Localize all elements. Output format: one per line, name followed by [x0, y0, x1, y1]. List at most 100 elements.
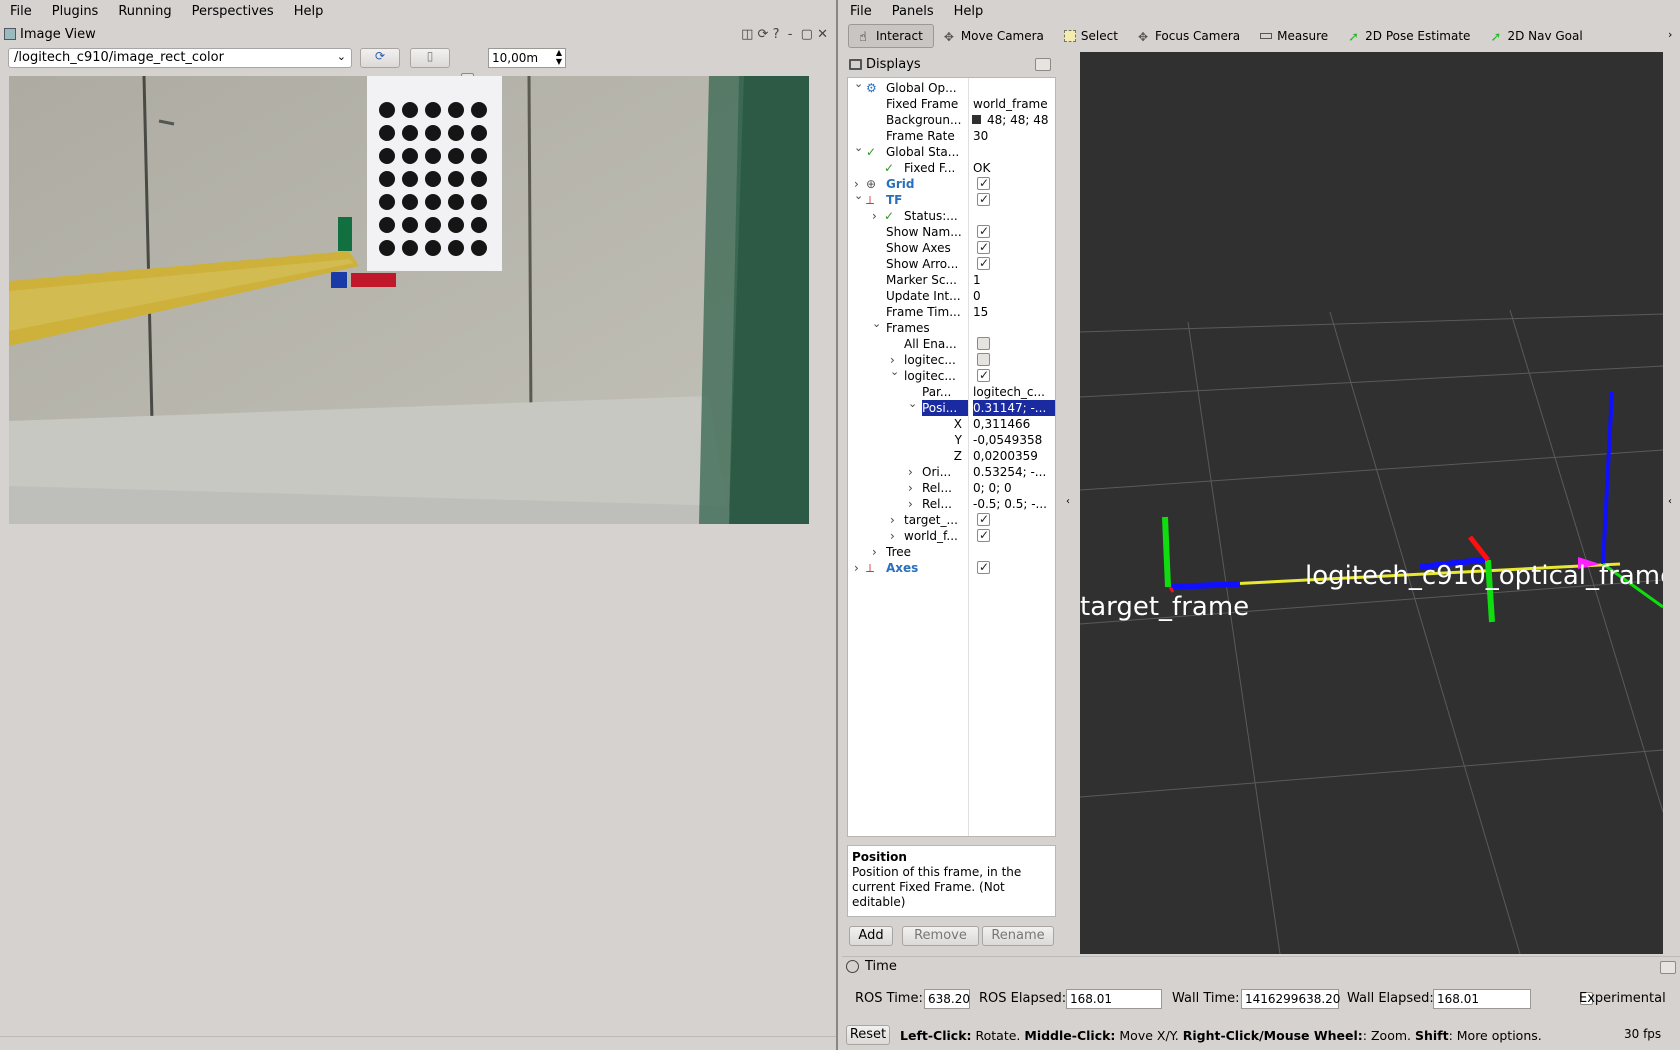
tree-row[interactable]: Show Arro... — [848, 255, 1055, 272]
tree-row-checkbox[interactable] — [977, 239, 990, 255]
expand-right-icon[interactable]: › — [890, 528, 895, 544]
tree-row[interactable]: Show Nam... — [848, 223, 1055, 240]
menu-file[interactable]: File — [840, 4, 882, 19]
refresh-topics-button[interactable]: ⟳ — [360, 48, 400, 68]
distance-spinbox[interactable]: 10,00m ▲ ▼ — [488, 48, 566, 68]
collapse-left-handle[interactable]: ‹ — [1066, 496, 1070, 507]
expand-right-icon[interactable]: › — [908, 496, 913, 512]
displays-float-button[interactable] — [1035, 57, 1051, 71]
expand-right-icon[interactable]: › — [890, 512, 895, 528]
tree-row[interactable]: › logitec... — [848, 352, 1055, 368]
tree-row-value: OK — [973, 161, 991, 175]
tree-row[interactable]: ⌄ ⟂ TF — [848, 189, 1055, 208]
tree-row[interactable]: ⌄ Posi... 0.31147; -... — [848, 397, 1055, 416]
tree-row-checkbox[interactable] — [977, 559, 990, 575]
wall-time-field[interactable]: 1416299638.20 — [1241, 989, 1340, 1009]
displays-tree[interactable]: ⌄ ⚙ Global Op... Fixed Frame world_frame Back… — [847, 77, 1056, 837]
expand-right-icon[interactable]: › — [908, 464, 913, 480]
tree-row[interactable]: › ⊕ Grid — [848, 175, 1055, 192]
status-hint: Left-Click: Rotate. Middle-Click: Move X… — [900, 1028, 1542, 1043]
tree-row[interactable]: Y -0,0549358 — [848, 432, 1055, 448]
tree-row[interactable]: Par... logitech_c... — [848, 384, 1055, 400]
tree-row[interactable]: Frame Rate 30 — [848, 128, 1055, 144]
expand-down-icon[interactable]: ⌄ — [872, 316, 881, 332]
expand-right-icon[interactable]: › — [872, 544, 877, 560]
expand-down-icon[interactable]: ⌄ — [854, 188, 863, 204]
tool-focus-camera[interactable]: ✥ Focus Camera — [1128, 24, 1250, 48]
tree-row[interactable]: › Rel... -0.5; 0.5; -... — [848, 496, 1055, 512]
tree-row[interactable]: Backgroun... 48; 48; 48 — [848, 112, 1055, 128]
tool-select[interactable]: Select — [1054, 24, 1128, 48]
rename-display-button[interactable]: Rename — [982, 926, 1054, 946]
tree-row[interactable]: ⌄ Frames — [848, 317, 1055, 336]
tree-row[interactable]: X 0,311466 — [848, 416, 1055, 432]
tree-row[interactable]: Z 0,0200359 — [848, 448, 1055, 464]
calibration-dot — [402, 125, 418, 141]
expand-down-icon[interactable]: ⌄ — [854, 140, 863, 156]
expand-right-icon[interactable]: › — [854, 560, 859, 576]
time-float-button[interactable] — [1660, 961, 1676, 974]
tree-row[interactable]: ⌄ logitec... — [848, 365, 1055, 384]
tool-label: Interact — [876, 29, 923, 43]
tree-row-checkbox[interactable] — [977, 337, 990, 350]
menu-plugins[interactable]: Plugins — [42, 4, 109, 19]
menu-help[interactable]: Help — [284, 4, 334, 19]
menu-running[interactable]: Running — [108, 4, 181, 19]
hand-icon: ☝ — [859, 30, 867, 45]
topic-select[interactable]: /logitech_c910/image_rect_color ⌄ — [8, 48, 352, 68]
ros-elapsed-field[interactable]: 168.01 — [1066, 989, 1162, 1009]
tree-row-checkbox[interactable] — [977, 255, 990, 271]
toolbar-overflow-icon[interactable]: › — [1668, 28, 1672, 41]
menu-perspectives[interactable]: Perspectives — [182, 4, 284, 19]
tool-move-camera[interactable]: ✥ Move Camera — [934, 24, 1054, 48]
reset-button[interactable]: Reset — [846, 1025, 890, 1045]
displays-title: Displays — [866, 56, 921, 72]
menu-panels[interactable]: Panels — [882, 4, 944, 19]
tree-row-name: All Ena... — [904, 337, 957, 351]
tool-measure[interactable]: Measure — [1250, 24, 1338, 48]
expand-down-icon[interactable]: ⌄ — [890, 364, 899, 380]
tool-interact[interactable]: ☝ Interact — [848, 24, 934, 48]
save-image-button[interactable]: ▯ — [410, 48, 450, 68]
remove-display-button[interactable]: Remove — [902, 926, 979, 946]
tree-row-checkbox[interactable] — [977, 191, 990, 207]
expand-down-icon[interactable]: ⌄ — [908, 396, 917, 412]
3d-viewport[interactable]: target_frame logitech_c910_optical_frame — [1080, 52, 1663, 954]
tree-row-checkbox[interactable] — [977, 511, 990, 527]
menu-file[interactable]: File — [0, 4, 42, 19]
tree-row-checkbox[interactable] — [977, 223, 990, 239]
tree-row[interactable]: › Ori... 0.53254; -... — [848, 464, 1055, 480]
add-display-button[interactable]: Add — [849, 926, 893, 946]
tree-row[interactable]: Update Int... 0 — [848, 288, 1055, 304]
tree-row[interactable]: › world_f... — [848, 527, 1055, 544]
menu-help[interactable]: Help — [944, 4, 994, 19]
tree-row[interactable]: › ✓ Status:... — [848, 208, 1055, 224]
expand-right-icon[interactable]: › — [872, 208, 877, 224]
tree-row[interactable]: › Rel... 0; 0; 0 — [848, 480, 1055, 496]
tree-row[interactable]: ⌄ ⚙ Global Op... — [848, 78, 1055, 96]
tree-row-name: target_... — [904, 513, 958, 527]
tool-2d-pose-estimate[interactable]: ➚ 2D Pose Estimate — [1338, 24, 1480, 48]
tree-row[interactable]: Show Axes — [848, 239, 1055, 256]
tree-row[interactable]: Marker Sc... 1 — [848, 272, 1055, 288]
expand-right-icon[interactable]: › — [908, 480, 913, 496]
expand-down-icon[interactable]: ⌄ — [854, 78, 863, 92]
tree-row-name: Fixed Frame — [886, 97, 959, 111]
wall-elapsed-field[interactable]: 168.01 — [1433, 989, 1531, 1009]
tree-row-checkbox[interactable] — [977, 353, 990, 366]
ros-time-field[interactable]: 638.20 — [924, 989, 970, 1009]
tree-row-checkbox[interactable] — [977, 367, 990, 383]
tool-2d-nav-goal[interactable]: ➚ 2D Nav Goal — [1480, 24, 1592, 48]
spin-arrows-icon[interactable]: ▲ ▼ — [556, 48, 562, 66]
tree-row-checkbox[interactable] — [977, 175, 990, 191]
tree-row[interactable]: ✓ Fixed F... OK — [848, 160, 1055, 176]
tree-row[interactable]: › target_... — [848, 511, 1055, 528]
tree-row[interactable]: Fixed Frame world_frame — [848, 96, 1055, 112]
tree-row[interactable]: › Tree — [848, 544, 1055, 560]
dock-controls[interactable]: ◫ ⟳ ? - ▢ ✕ — [741, 27, 828, 42]
tree-row[interactable]: › ⟂ Axes — [848, 559, 1055, 576]
collapse-right-handle[interactable]: ‹ — [1668, 496, 1672, 507]
tree-row[interactable]: All Ena... — [848, 336, 1055, 352]
tree-row-checkbox[interactable] — [977, 527, 990, 543]
tree-row[interactable]: ⌄ ✓ Global Sta... — [848, 141, 1055, 160]
